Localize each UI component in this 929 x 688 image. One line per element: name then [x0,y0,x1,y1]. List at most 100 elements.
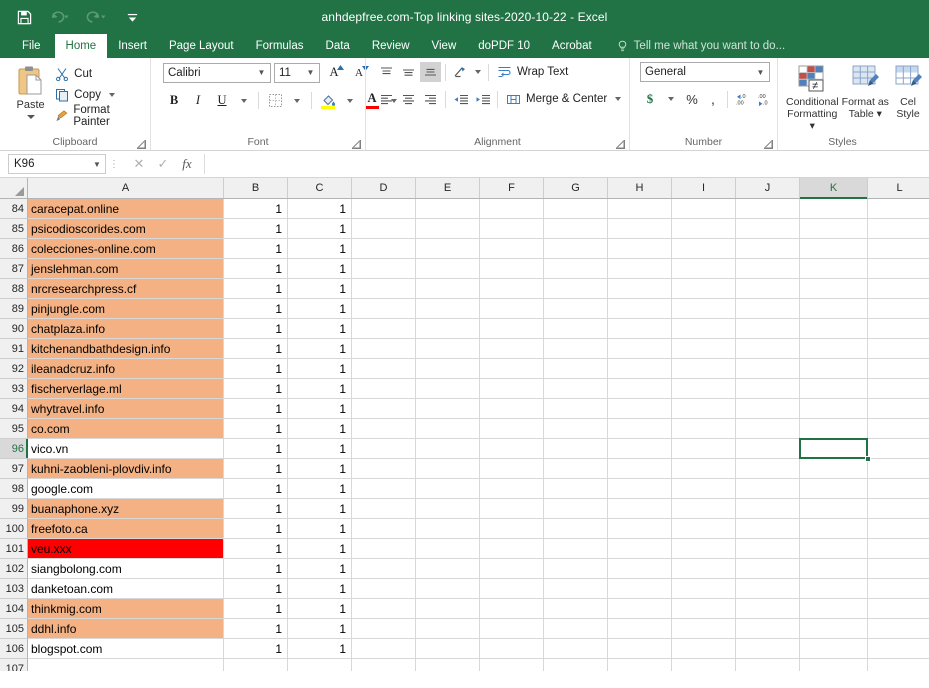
cell-D98[interactable] [352,479,416,499]
cell-G101[interactable] [544,539,608,559]
font-name-combo[interactable]: Calibri ▼ [163,62,271,83]
cell-A85[interactable]: psicodioscorides.com [28,219,224,239]
cell-C86[interactable]: 1 [288,239,352,259]
cell-G92[interactable] [544,359,608,379]
cell-J85[interactable] [736,219,800,239]
row-header-106[interactable]: 106 [0,639,28,659]
cell-L90[interactable] [868,319,929,339]
cell-B85[interactable]: 1 [224,219,288,239]
cell-E102[interactable] [416,559,480,579]
wrap-text-button[interactable]: Wrap Text [493,62,568,82]
row-header-103[interactable]: 103 [0,579,28,599]
cell-B106[interactable]: 1 [224,639,288,659]
cell-C91[interactable]: 1 [288,339,352,359]
cell-L91[interactable] [868,339,929,359]
merge-center-dropdown-caret[interactable] [615,97,622,101]
cell-C85[interactable]: 1 [288,219,352,239]
cell-D103[interactable] [352,579,416,599]
cell-K86[interactable] [800,239,868,259]
cell-F101[interactable] [480,539,544,559]
formula-bar-grip[interactable]: ⋮ [106,159,122,170]
cell-E98[interactable] [416,479,480,499]
row-header-84[interactable]: 84 [0,199,28,219]
row-header-92[interactable]: 92 [0,359,28,379]
cell-D87[interactable] [352,259,416,279]
cell-H87[interactable] [608,259,672,279]
cell-K102[interactable] [800,559,868,579]
column-header-i[interactable]: I [672,178,736,198]
cell-L93[interactable] [868,379,929,399]
cell-F87[interactable] [480,259,544,279]
row-header-86[interactable]: 86 [0,239,28,259]
cell-L97[interactable] [868,459,929,479]
cell-E100[interactable] [416,519,480,539]
cell-B88[interactable]: 1 [224,279,288,299]
cell-I84[interactable] [672,199,736,219]
tab-dopdf[interactable]: doPDF 10 [467,34,541,58]
cell-D90[interactable] [352,319,416,339]
cell-F107[interactable] [480,659,544,671]
cell-J87[interactable] [736,259,800,279]
orientation-button[interactable] [450,62,471,82]
cell-E93[interactable] [416,379,480,399]
cell-G97[interactable] [544,459,608,479]
cell-I104[interactable] [672,599,736,619]
cell-I88[interactable] [672,279,736,299]
cell-J100[interactable] [736,519,800,539]
cell-A86[interactable]: colecciones-online.com [28,239,224,259]
cell-A95[interactable]: co.com [28,419,224,439]
cell-C105[interactable]: 1 [288,619,352,639]
cell-H97[interactable] [608,459,672,479]
column-header-c[interactable]: C [288,178,352,198]
cell-G98[interactable] [544,479,608,499]
cell-A103[interactable]: danketoan.com [28,579,224,599]
row-header-91[interactable]: 91 [0,339,28,359]
cell-C104[interactable]: 1 [288,599,352,619]
cell-D102[interactable] [352,559,416,579]
row-header-95[interactable]: 95 [0,419,28,439]
cell-K85[interactable] [800,219,868,239]
cell-B90[interactable]: 1 [224,319,288,339]
cell-H104[interactable] [608,599,672,619]
cell-J106[interactable] [736,639,800,659]
align-right-button[interactable] [420,89,441,109]
cell-A107[interactable] [28,659,224,671]
row-header-99[interactable]: 99 [0,499,28,519]
cell-C88[interactable]: 1 [288,279,352,299]
cell-F90[interactable] [480,319,544,339]
cell-I94[interactable] [672,399,736,419]
cell-K98[interactable] [800,479,868,499]
paste-button[interactable]: Paste [6,62,55,119]
row-header-94[interactable]: 94 [0,399,28,419]
currency-dropdown-caret[interactable] [661,89,681,109]
cell-H92[interactable] [608,359,672,379]
cell-I97[interactable] [672,459,736,479]
cell-G94[interactable] [544,399,608,419]
cell-L92[interactable] [868,359,929,379]
row-header-107[interactable]: 107 [0,659,28,671]
tab-view[interactable]: View [421,34,468,58]
comma-button[interactable]: , [703,89,723,109]
cell-I101[interactable] [672,539,736,559]
column-header-l[interactable]: L [868,178,929,198]
cell-E91[interactable] [416,339,480,359]
cell-I102[interactable] [672,559,736,579]
row-header-105[interactable]: 105 [0,619,28,639]
row-header-104[interactable]: 104 [0,599,28,619]
cell-L102[interactable] [868,559,929,579]
cell-D101[interactable] [352,539,416,559]
cell-D88[interactable] [352,279,416,299]
cell-G85[interactable] [544,219,608,239]
cell-H93[interactable] [608,379,672,399]
tab-home[interactable]: Home [54,34,108,58]
row-header-85[interactable]: 85 [0,219,28,239]
cell-C103[interactable]: 1 [288,579,352,599]
column-header-k[interactable]: K [800,178,868,199]
tab-acrobat[interactable]: Acrobat [541,34,603,58]
row-header-101[interactable]: 101 [0,539,28,559]
cell-G86[interactable] [544,239,608,259]
row-header-98[interactable]: 98 [0,479,28,499]
name-box[interactable]: K96 ▼ [8,154,106,174]
cell-I89[interactable] [672,299,736,319]
cell-D86[interactable] [352,239,416,259]
